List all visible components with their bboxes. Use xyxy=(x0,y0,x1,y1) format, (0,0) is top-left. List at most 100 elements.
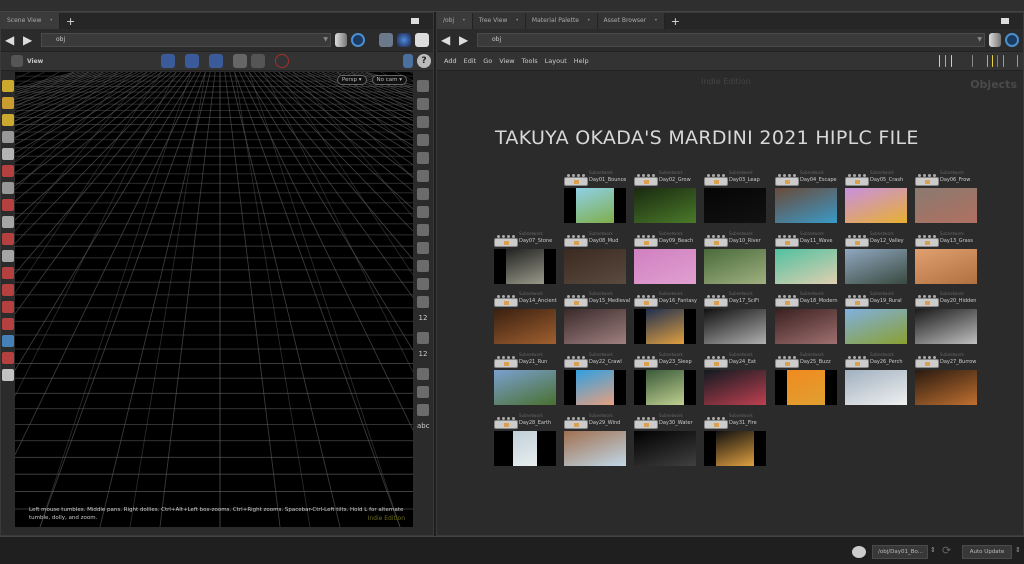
input-connector[interactable] xyxy=(918,295,921,298)
input-connector[interactable] xyxy=(497,295,500,298)
input-connector[interactable] xyxy=(933,295,936,298)
input-connector[interactable] xyxy=(507,295,510,298)
subnetwork-node[interactable]: Subnetwork Day13_Grass xyxy=(915,231,983,248)
camera-menu[interactable]: No cam ▾ xyxy=(371,75,407,85)
input-connector[interactable] xyxy=(858,295,861,298)
input-connector[interactable] xyxy=(933,174,936,177)
square-icon[interactable] xyxy=(417,404,429,416)
vector-icon[interactable] xyxy=(417,386,429,398)
input-connector[interactable] xyxy=(918,174,921,177)
subnetwork-node[interactable]: Subnetwork Day20_Hidden xyxy=(915,291,983,308)
input-connector[interactable] xyxy=(507,356,510,359)
persp-menu[interactable]: Persp ▾ xyxy=(336,75,367,85)
input-connector[interactable] xyxy=(567,235,570,238)
path-field[interactable]: obj ▼ xyxy=(477,33,985,47)
subnetwork-node[interactable]: Subnetwork Day23_Sleep xyxy=(634,352,702,369)
subnetwork-node[interactable]: Subnetwork Day21_Run xyxy=(494,352,562,369)
input-connector[interactable] xyxy=(582,235,585,238)
input-connector[interactable] xyxy=(853,356,856,359)
back-arrow-icon[interactable]: ◀ xyxy=(441,34,455,46)
input-connector[interactable] xyxy=(572,356,575,359)
input-connector[interactable] xyxy=(918,356,921,359)
subnetwork-node[interactable]: Subnetwork Day10_River xyxy=(704,231,772,248)
pick-icon[interactable] xyxy=(417,296,429,308)
input-connector[interactable] xyxy=(637,174,640,177)
subnetwork-node[interactable]: Subnetwork Day24_Eat xyxy=(704,352,772,369)
subnetwork-node[interactable]: Subnetwork Day11_Wave xyxy=(775,231,843,248)
select-icon[interactable] xyxy=(185,54,200,68)
lock-icon[interactable] xyxy=(2,148,14,160)
link-icon[interactable] xyxy=(351,33,365,47)
input-connector[interactable] xyxy=(582,295,585,298)
input-connector[interactable] xyxy=(783,295,786,298)
input-connector[interactable] xyxy=(793,295,796,298)
input-connector[interactable] xyxy=(637,356,640,359)
scale-icon[interactable] xyxy=(2,199,14,211)
link-icon[interactable] xyxy=(1005,33,1019,47)
input-connector[interactable] xyxy=(778,295,781,298)
input-connector[interactable] xyxy=(582,356,585,359)
input-connector[interactable] xyxy=(783,174,786,177)
pane-menu-icon[interactable] xyxy=(411,18,419,24)
subnetwork-node[interactable]: Subnetwork Day18_Modern xyxy=(775,291,843,308)
subnetwork-node[interactable]: Subnetwork Day07_Stone xyxy=(494,231,562,248)
input-connector[interactable] xyxy=(637,295,640,298)
input-connector[interactable] xyxy=(853,174,856,177)
menu-help[interactable]: Help xyxy=(574,57,589,65)
subnetwork-node[interactable]: Subnetwork Day17_SciFi xyxy=(704,291,772,308)
pin-icon[interactable] xyxy=(335,33,347,47)
input-connector[interactable] xyxy=(858,174,861,177)
constraint-icon[interactable] xyxy=(2,318,14,330)
updown-icon[interactable]: ⇕ xyxy=(930,546,936,554)
input-connector[interactable] xyxy=(853,235,856,238)
input-connector[interactable] xyxy=(778,356,781,359)
pose-icon[interactable] xyxy=(2,216,14,228)
input-connector[interactable] xyxy=(652,235,655,238)
input-connector[interactable] xyxy=(717,174,720,177)
input-connector[interactable] xyxy=(712,356,715,359)
cube-icon[interactable] xyxy=(379,33,393,47)
input-connector[interactable] xyxy=(502,235,505,238)
input-connector[interactable] xyxy=(512,235,515,238)
input-connector[interactable] xyxy=(647,174,650,177)
forward-arrow-icon[interactable]: ▶ xyxy=(23,34,37,46)
path-field[interactable]: obj ▼ xyxy=(41,33,331,47)
input-connector[interactable] xyxy=(788,295,791,298)
brush-icon[interactable] xyxy=(417,332,429,344)
input-connector[interactable] xyxy=(858,235,861,238)
input-connector[interactable] xyxy=(652,174,655,177)
input-connector[interactable] xyxy=(647,417,650,420)
chevron-down-icon[interactable]: ▼ xyxy=(323,34,328,46)
shading-icon[interactable] xyxy=(397,33,411,47)
cloud-icon[interactable] xyxy=(2,335,14,347)
input-connector[interactable] xyxy=(863,174,866,177)
input-connector[interactable] xyxy=(572,417,575,420)
camera-icon[interactable] xyxy=(11,55,23,67)
input-connector[interactable] xyxy=(637,417,640,420)
input-connector[interactable] xyxy=(647,235,650,238)
input-connector[interactable] xyxy=(853,295,856,298)
move-icon[interactable] xyxy=(2,165,14,177)
geometry-icon[interactable] xyxy=(2,80,14,92)
input-connector[interactable] xyxy=(642,174,645,177)
input-connector[interactable] xyxy=(717,295,720,298)
input-connector[interactable] xyxy=(582,417,585,420)
input-connector[interactable] xyxy=(778,235,781,238)
refresh-icon[interactable]: ⟳ xyxy=(942,544,951,557)
select-arrow-icon[interactable] xyxy=(2,131,14,143)
point-light-icon[interactable] xyxy=(417,188,429,200)
input-connector[interactable] xyxy=(652,295,655,298)
subnetwork-node[interactable]: Subnetwork Day28_Earth xyxy=(494,413,562,430)
tab-asset-browser[interactable]: Asset Browser • xyxy=(597,13,665,29)
help-icon[interactable]: ? xyxy=(417,54,431,68)
cup-icon[interactable] xyxy=(2,369,14,381)
subnetwork-node[interactable]: Subnetwork Day04_Escape xyxy=(775,170,843,187)
input-connector[interactable] xyxy=(647,295,650,298)
input-connector[interactable] xyxy=(567,356,570,359)
rotate-icon[interactable] xyxy=(2,182,14,194)
forward-arrow-icon[interactable]: ▶ xyxy=(459,34,473,46)
transform-icon[interactable] xyxy=(209,54,224,68)
close-icon[interactable]: • xyxy=(49,13,53,29)
tab-material-palette[interactable]: Material Palette • xyxy=(525,13,598,29)
input-connector[interactable] xyxy=(497,356,500,359)
